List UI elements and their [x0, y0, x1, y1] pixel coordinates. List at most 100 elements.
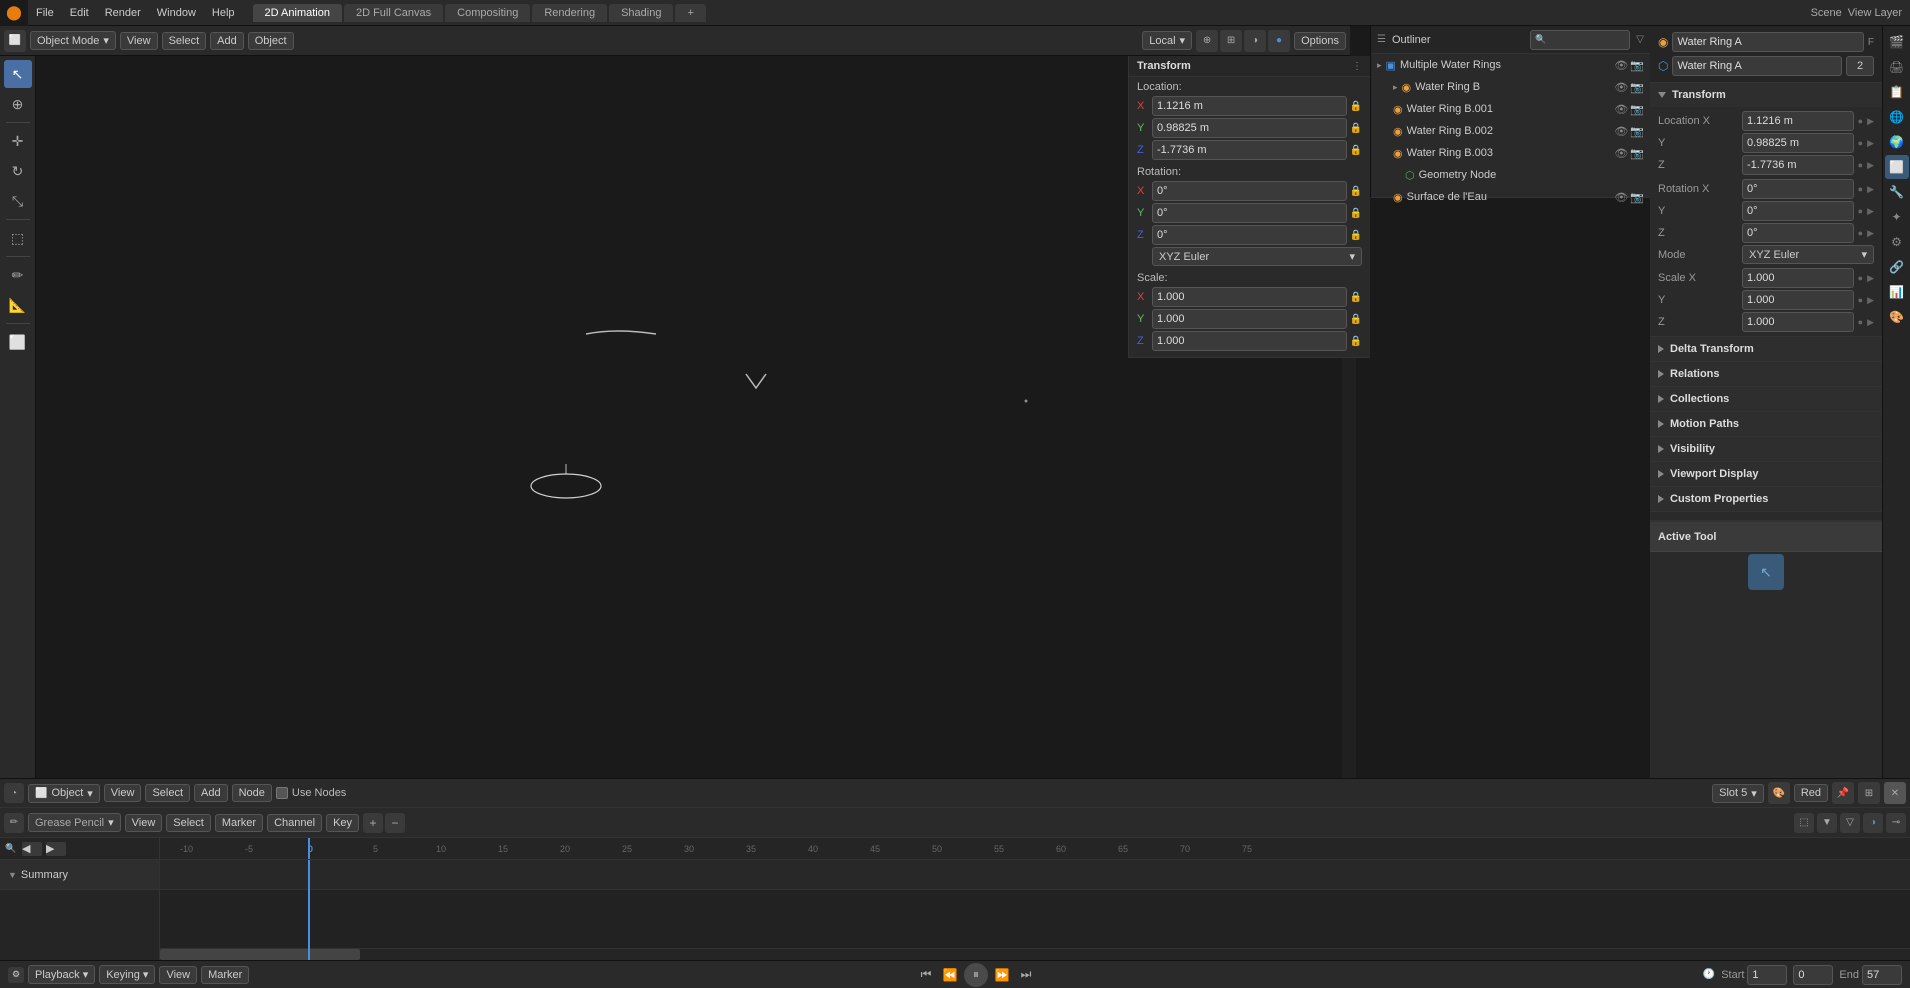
tab-add[interactable]: +: [675, 4, 705, 22]
view-playback[interactable]: View: [159, 966, 197, 984]
rot-z-lock[interactable]: 🔒: [1350, 230, 1362, 241]
props-data-value[interactable]: 2: [1846, 56, 1874, 76]
relations-header[interactable]: Relations: [1650, 362, 1882, 386]
vis-icon-2[interactable]: 👁: [1614, 103, 1628, 116]
grease-ctrl-1[interactable]: ⬚: [1794, 813, 1814, 833]
timeline-icon[interactable]: ◔: [4, 783, 24, 803]
render-props-icon[interactable]: 🎬: [1885, 30, 1909, 54]
material-props-icon[interactable]: 🎨: [1885, 305, 1909, 329]
constraints-props-icon[interactable]: 🔗: [1885, 255, 1909, 279]
prop-loc-x-input[interactable]: 1.1216 m: [1742, 111, 1854, 131]
rot-x-lock[interactable]: 🔒: [1350, 186, 1362, 197]
outliner-item-water-ring-b001[interactable]: ◉ Water Ring B.001 👁 📷: [1371, 98, 1650, 120]
visibility-header[interactable]: Visibility: [1650, 437, 1882, 461]
prop-rot-x-input[interactable]: 0°: [1742, 179, 1854, 199]
cursor-tool[interactable]: ⊕: [4, 90, 32, 118]
menu-window[interactable]: Window: [149, 0, 204, 26]
options-dropdown[interactable]: Options: [1294, 32, 1346, 50]
output-props-icon[interactable]: 🖨: [1885, 55, 1909, 79]
vis-icon-6[interactable]: 👁: [1614, 191, 1628, 204]
loc-y-lock[interactable]: 🔒: [1350, 123, 1362, 134]
use-nodes-checkbox[interactable]: [276, 787, 288, 799]
loc-z-lock[interactable]: 🔒: [1350, 145, 1362, 156]
prop-scale-y-driver[interactable]: ▶: [1867, 295, 1874, 306]
menu-help[interactable]: Help: [204, 0, 243, 26]
prop-rot-z-input[interactable]: 0°: [1742, 223, 1854, 243]
prop-scale-y-input[interactable]: 1.000: [1742, 290, 1854, 310]
slot-dropdown[interactable]: Slot 5 ▾: [1712, 784, 1764, 803]
physics-props-icon[interactable]: ⚙: [1885, 230, 1909, 254]
view-menu[interactable]: View: [120, 32, 158, 50]
loc-x-lock[interactable]: 🔒: [1350, 101, 1362, 112]
vis-icon-3[interactable]: 👁: [1614, 125, 1628, 138]
grease-ctrl-3[interactable]: ▽: [1840, 813, 1860, 833]
select-tool[interactable]: ↖: [4, 60, 32, 88]
scale-tool[interactable]: ⤡: [4, 187, 32, 215]
outliner-item-surface[interactable]: ◉ Surface de l'Eau 👁 📷: [1371, 186, 1650, 208]
grease-channel[interactable]: Channel: [267, 814, 322, 832]
select-menu[interactable]: Select: [162, 32, 207, 50]
keying-dropdown[interactable]: Keying ▾: [99, 965, 155, 984]
material-icon[interactable]: ●: [1268, 30, 1290, 52]
prop-scale-y-anim[interactable]: ●: [1858, 295, 1863, 305]
prop-scale-x-driver[interactable]: ▶: [1867, 273, 1874, 284]
collections-header[interactable]: Collections: [1650, 387, 1882, 411]
timeline-search-icon[interactable]: 🔍: [4, 842, 18, 856]
playback-dropdown[interactable]: Playback ▾: [28, 965, 95, 984]
prop-loc-y-anim[interactable]: ●: [1858, 138, 1863, 148]
shading-icon[interactable]: ◑: [1244, 30, 1266, 52]
object-props-icon[interactable]: ⬜: [1885, 155, 1909, 179]
measure-tool[interactable]: 📐: [4, 291, 32, 319]
render-icon-1[interactable]: 📷: [1630, 81, 1644, 94]
timeline-select[interactable]: Select: [145, 784, 190, 802]
grease-ctrl-5[interactable]: ⊸: [1886, 813, 1906, 833]
grease-ctrl-4[interactable]: ◑: [1863, 813, 1883, 833]
grease-ctrl-2[interactable]: ▼: [1817, 813, 1837, 833]
prop-loc-y-driver[interactable]: ▶: [1867, 138, 1874, 149]
rotate-tool[interactable]: ↻: [4, 157, 32, 185]
transform-tool[interactable]: ⬚: [4, 224, 32, 252]
scale-z-lock[interactable]: 🔒: [1350, 336, 1362, 347]
render-icon-6[interactable]: 📷: [1630, 191, 1644, 204]
viewport-display-header[interactable]: Viewport Display: [1650, 462, 1882, 486]
jump-end-btn[interactable]: ⏭: [1016, 965, 1036, 985]
grease-remove-btn[interactable]: −: [385, 813, 405, 833]
grease-type-dropdown[interactable]: Grease Pencil ▾: [28, 813, 121, 832]
prop-rot-y-input[interactable]: 0°: [1742, 201, 1854, 221]
vis-icon-4[interactable]: 👁: [1614, 147, 1628, 160]
grease-view[interactable]: View: [125, 814, 163, 832]
menu-file[interactable]: File: [28, 0, 62, 26]
grease-key[interactable]: Key: [326, 814, 359, 832]
timeline-add[interactable]: Add: [194, 784, 228, 802]
tab-compositing[interactable]: Compositing: [445, 4, 530, 22]
transform-options[interactable]: ⋮: [1352, 61, 1362, 72]
add-primitive-tool[interactable]: ⬜: [4, 328, 32, 356]
timeline-scrollbar[interactable]: [160, 948, 1910, 960]
prop-loc-z-anim[interactable]: ●: [1858, 160, 1863, 170]
outliner-item-water-ring-b[interactable]: ▸ ◉ Water Ring B 👁 📷: [1371, 76, 1650, 98]
play-pause-btn[interactable]: ⏸: [964, 963, 988, 987]
grease-add-btn[interactable]: +: [363, 813, 383, 833]
outliner-filter[interactable]: ▽: [1636, 34, 1644, 45]
fake-user-icon[interactable]: F: [1868, 37, 1874, 48]
tab-2d-animation[interactable]: 2D Animation: [253, 4, 342, 22]
scene-props-icon[interactable]: 🌐: [1885, 105, 1909, 129]
timeline-x-icon[interactable]: ✕: [1884, 782, 1906, 804]
step-back-btn[interactable]: ⏪: [940, 965, 960, 985]
rot-y-lock[interactable]: 🔒: [1350, 208, 1362, 219]
rotation-y-input[interactable]: 0°: [1152, 203, 1347, 223]
outliner-item-water-ring-b002[interactable]: ◉ Water Ring B.002 👁 📷: [1371, 120, 1650, 142]
timeline-node[interactable]: Node: [232, 784, 272, 802]
prop-loc-x-driver[interactable]: ▶: [1867, 116, 1874, 127]
view-layer-props-icon[interactable]: 📋: [1885, 80, 1909, 104]
jump-start-btn[interactable]: ⏮: [916, 965, 936, 985]
grease-marker[interactable]: Marker: [215, 814, 263, 832]
pin-icon[interactable]: 📌: [1832, 782, 1854, 804]
gizmo-icon[interactable]: ⊞: [1220, 30, 1242, 52]
rotation-mode-dropdown[interactable]: XYZ Euler ▾: [1152, 247, 1362, 266]
prop-mode-dropdown[interactable]: XYZ Euler ▾: [1742, 245, 1874, 264]
timeline-tracks[interactable]: [160, 860, 1910, 960]
particles-props-icon[interactable]: ✦: [1885, 205, 1909, 229]
data-props-icon[interactable]: 📊: [1885, 280, 1909, 304]
prop-rot-x-anim[interactable]: ●: [1858, 184, 1863, 194]
